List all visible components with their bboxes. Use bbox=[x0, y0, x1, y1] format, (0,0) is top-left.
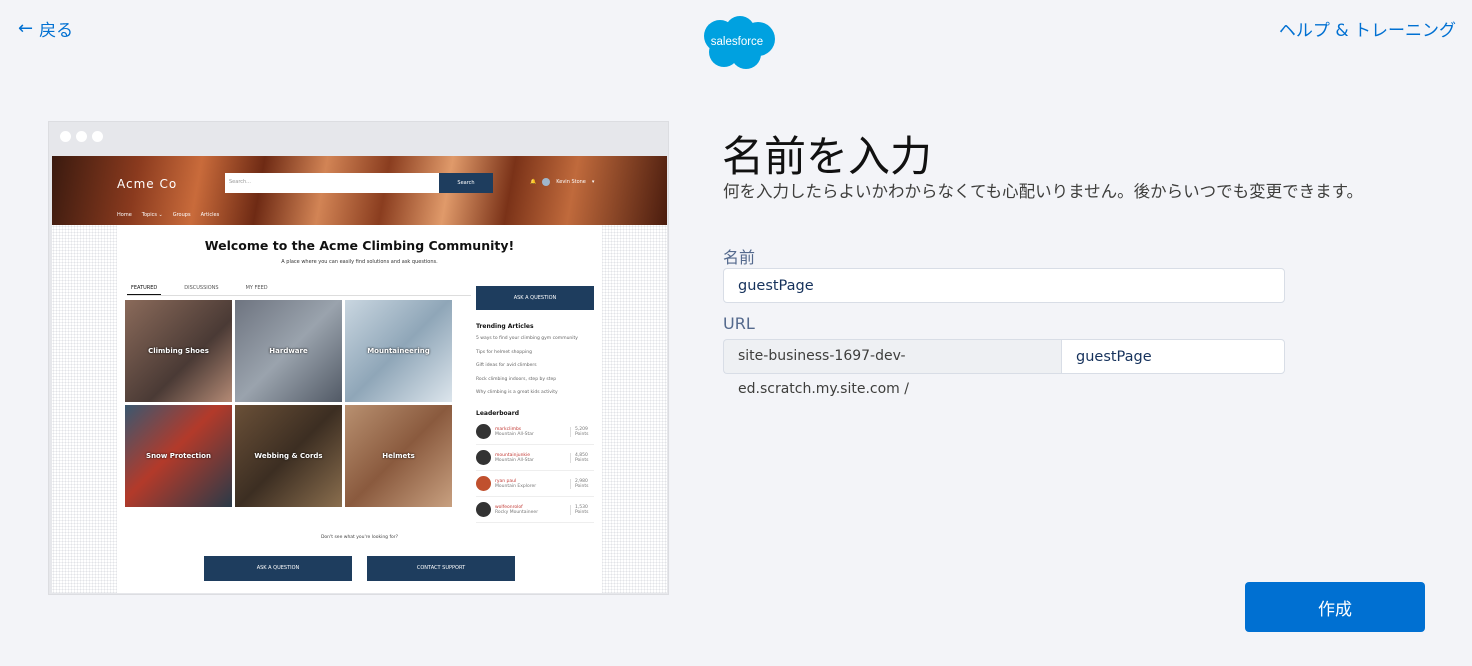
preview-leader-points: 1,530 Points bbox=[570, 504, 594, 515]
preview-trending-item: Gift ideas for avid climbers bbox=[476, 363, 537, 368]
preview-topic-tile: Helmets bbox=[345, 405, 452, 507]
preview-search-input: Search... bbox=[225, 173, 439, 193]
preview-leader-avatar bbox=[476, 476, 491, 491]
preview-topic-tile: Hardware bbox=[235, 300, 342, 402]
preview-topic-tile: Webbing & Cords bbox=[235, 405, 342, 507]
chevron-down-icon: ▾ bbox=[591, 179, 595, 185]
name-label: 名前 bbox=[723, 248, 756, 267]
preview-nav-item: Home bbox=[117, 212, 132, 218]
back-label: 戻る bbox=[39, 21, 74, 41]
preview-bottom-ask-button: ASK A QUESTION bbox=[204, 556, 352, 581]
preview-nav-item: Articles bbox=[200, 212, 220, 218]
preview-leader-row: markclimbs Mountain All-Star 5,209 Points bbox=[476, 419, 594, 445]
help-training-link[interactable]: ヘルプ & トレーニング bbox=[1279, 16, 1456, 41]
url-prefix: site-business-1697-dev-ed.scratch.my.sit… bbox=[723, 339, 1061, 397]
preview-dont-see-text: Don't see what you're looking for? bbox=[320, 535, 399, 540]
preview-nav-item: Topics ⌄ bbox=[141, 212, 163, 218]
preview-search-button: Search bbox=[439, 173, 493, 193]
bell-icon: 🔔 bbox=[530, 179, 537, 185]
back-link[interactable]: ← 戻る bbox=[18, 16, 73, 41]
preview-trending-list: 5 ways to find your climbing gym communi… bbox=[476, 336, 578, 404]
preview-leader-avatar bbox=[476, 502, 491, 517]
preview-leader-points: 4,850 Points bbox=[570, 452, 594, 463]
preview-leader-row: mountainjunkie Mountain All-Star 4,850 Po… bbox=[476, 445, 594, 471]
preview-user-name: Kevin Stone bbox=[556, 179, 586, 185]
preview-content: Welcome to the Acme Climbing Community! … bbox=[117, 225, 602, 593]
preview-leader-rank: Mountain All-Star bbox=[495, 457, 534, 463]
preview-brand: Acme Co bbox=[117, 177, 178, 191]
preview-tab: DISCUSSIONS bbox=[184, 285, 219, 291]
page-subtitle: 何を入力したらよいかわからなくても心配いりません。後からいつでも変更できます。 bbox=[723, 182, 1364, 201]
preview-leader-rank: Mountain Explorer bbox=[495, 483, 537, 489]
preview-site: Acme Co Search... Search 🔔 Kevin Stone ▾… bbox=[52, 156, 667, 593]
preview-leader-row: ryan paul Mountain Explorer 2,980 Points bbox=[476, 471, 594, 497]
preview-nav: Home Topics ⌄ Groups Articles bbox=[117, 212, 219, 218]
template-preview: Acme Co Search... Search 🔔 Kevin Stone ▾… bbox=[48, 121, 669, 595]
logo-text: salesforce bbox=[710, 36, 764, 48]
preview-trending-item: Why climbing is a great kids activity bbox=[476, 390, 558, 395]
url-label: URL bbox=[723, 314, 755, 333]
preview-welcome-title: Welcome to the Acme Climbing Community! bbox=[204, 238, 515, 253]
preview-leader-rank: Mountain All-Star bbox=[495, 431, 534, 437]
preview-ask-button: ASK A QUESTION bbox=[476, 286, 594, 310]
preview-tab: FEATURED bbox=[127, 285, 162, 295]
preview-topic-tile: Snow Protection bbox=[125, 405, 232, 507]
preview-leader-points: 5,209 Points bbox=[570, 426, 594, 437]
preview-avatar bbox=[542, 178, 551, 186]
preview-user-menu: 🔔 Kevin Stone ▾ bbox=[530, 178, 594, 186]
preview-contact-support-button: CONTACT SUPPORT bbox=[367, 556, 515, 581]
preview-leader-points: 2,980 Points bbox=[570, 478, 594, 489]
back-arrow-icon: ← bbox=[18, 18, 34, 39]
preview-leader-row: wolfeonrolof Rocky Mountaineer 1,530 Poin… bbox=[476, 497, 594, 523]
preview-leaderboard-heading: Leaderboard bbox=[476, 410, 519, 417]
preview-tabs: FEATURED DISCUSSIONS MY FEED bbox=[127, 285, 471, 296]
create-button[interactable]: 作成 bbox=[1245, 582, 1425, 632]
url-path-input[interactable] bbox=[1061, 339, 1285, 374]
preview-trending-item: 5 ways to find your climbing gym communi… bbox=[476, 336, 578, 341]
preview-leader-avatar bbox=[476, 450, 491, 465]
page-title: 名前を入力 bbox=[722, 132, 933, 181]
preview-welcome-subtitle: A place where you can easily find soluti… bbox=[281, 259, 438, 265]
preview-topic-tile: Mountaineering bbox=[345, 300, 452, 402]
preview-banner: Acme Co Search... Search 🔔 Kevin Stone ▾… bbox=[52, 156, 667, 225]
preview-leader-avatar bbox=[476, 424, 491, 439]
salesforce-logo: salesforce bbox=[696, 14, 778, 72]
preview-trending-item: Rock climbing indoors, step by step bbox=[476, 376, 557, 382]
preview-trending-item: Tips for helmet shopping bbox=[476, 349, 532, 355]
preview-topic-tile: Climbing Shoes bbox=[125, 300, 232, 402]
preview-nav-item: Groups bbox=[172, 212, 191, 218]
name-input[interactable] bbox=[723, 268, 1285, 303]
preview-tab: MY FEED bbox=[245, 285, 268, 291]
window-dots-icon bbox=[60, 131, 103, 142]
preview-topic-grid: Climbing Shoes Hardware Mountaineering S… bbox=[125, 300, 452, 507]
preview-leader-rank: Rocky Mountaineer bbox=[495, 509, 539, 515]
preview-leaderboard: markclimbs Mountain All-Star 5,209 Points… bbox=[476, 419, 594, 523]
preview-trending-heading: Trending Articles bbox=[476, 323, 534, 330]
